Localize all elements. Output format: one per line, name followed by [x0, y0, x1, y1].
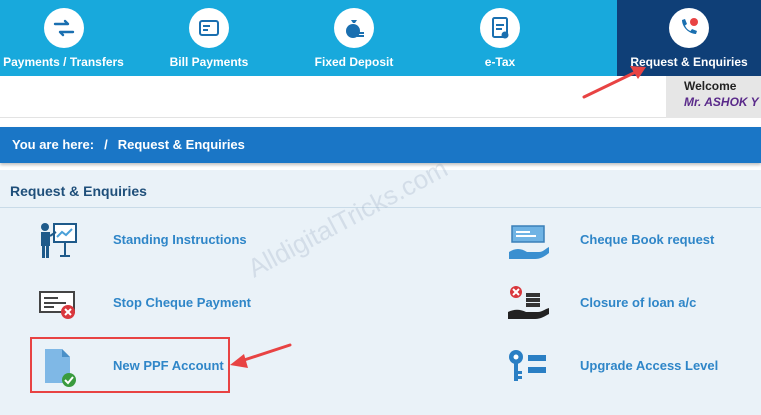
standing-instructions-link[interactable]: Standing Instructions — [113, 232, 247, 247]
welcome-box: Welcome Mr. ASHOK Y — [666, 76, 761, 118]
nav-label: Bill Payments — [169, 55, 249, 69]
annotation-highlight-box — [30, 337, 230, 393]
key-access-icon — [506, 347, 552, 389]
welcome-greeting: Welcome — [684, 79, 737, 93]
bill-card-icon — [189, 8, 229, 48]
top-nav: Payments / Transfers Bill Payments Fixed… — [0, 0, 761, 76]
welcome-user-name: Mr. ASHOK Y — [684, 95, 759, 109]
cheque-book-request-link[interactable]: Cheque Book request — [580, 232, 714, 247]
upgrade-access-level-link[interactable]: Upgrade Access Level — [580, 358, 718, 373]
nav-payments-transfers[interactable]: Payments / Transfers — [0, 0, 127, 76]
welcome-strip — [0, 76, 761, 118]
cheque-cancel-icon — [38, 284, 84, 326]
panel-title: Request & Enquiries — [10, 183, 147, 199]
loan-close-icon — [506, 284, 552, 326]
panel-divider — [0, 207, 761, 208]
nav-request-enquiries[interactable]: Request & Enquiries — [617, 0, 761, 76]
money-bag-icon — [334, 8, 374, 48]
phone-chat-icon — [669, 8, 709, 48]
tax-document-icon — [480, 8, 520, 48]
breadcrumb: You are here: / Request & Enquiries — [0, 127, 761, 163]
nav-e-tax[interactable]: e-Tax — [437, 0, 563, 76]
breadcrumb-separator: / — [104, 137, 108, 152]
nav-bill-payments[interactable]: Bill Payments — [146, 0, 272, 76]
breadcrumb-prefix: You are here: — [12, 137, 95, 152]
closure-of-loan-link[interactable]: Closure of loan a/c — [580, 295, 696, 310]
nav-label: Request & Enquiries — [630, 55, 748, 69]
nav-label: e-Tax — [484, 55, 516, 69]
stop-cheque-payment-link[interactable]: Stop Cheque Payment — [113, 295, 251, 310]
presentation-board-icon — [36, 220, 82, 262]
nav-label: Fixed Deposit — [314, 55, 394, 69]
cheque-hand-icon — [506, 222, 552, 264]
nav-fixed-deposit[interactable]: Fixed Deposit — [291, 0, 417, 76]
transfer-arrows-icon — [43, 8, 84, 48]
nav-label: Payments / Transfers — [3, 55, 124, 69]
breadcrumb-current: Request & Enquiries — [117, 137, 245, 152]
